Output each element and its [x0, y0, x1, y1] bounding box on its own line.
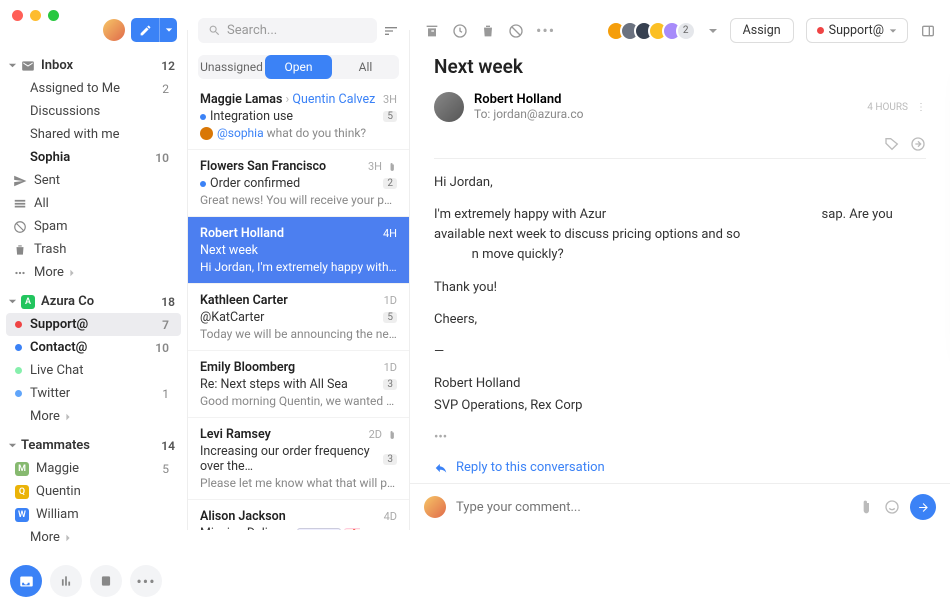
sent-icon: [13, 174, 27, 188]
all-icon: [13, 197, 27, 211]
tab-open[interactable]: Open: [265, 55, 332, 79]
archive-icon[interactable]: [424, 23, 440, 39]
participants-dropdown-icon[interactable]: [708, 26, 718, 36]
to-label: To:: [474, 107, 490, 121]
chevron-down-icon: [889, 27, 897, 35]
to-address: jordan@azura.co: [493, 107, 583, 121]
sender-avatar: [434, 92, 464, 122]
sender-name: Robert Holland: [474, 92, 583, 107]
sidebar-item[interactable]: Assigned to Me2: [6, 77, 181, 100]
sidebar-item[interactable]: Live Chat: [6, 359, 181, 382]
msg-cheers: Cheers,: [434, 310, 926, 330]
sidebar-item[interactable]: More: [6, 526, 181, 549]
teammates-label: Teammates: [21, 438, 90, 453]
sidebar-item[interactable]: Trash: [6, 238, 181, 261]
sidebar-item[interactable]: Spam: [6, 215, 181, 238]
sig-title: SVP Operations, Rex Corp: [434, 396, 926, 416]
extra-participants-count: 2: [676, 21, 696, 41]
reply-icon: [434, 461, 448, 475]
msg-greeting: Hi Jordan,: [434, 173, 926, 193]
sidebar-item[interactable]: More: [6, 261, 181, 284]
footer-analytics-button[interactable]: [50, 565, 82, 597]
sidebar-item[interactable]: MMaggie5: [6, 457, 181, 480]
share-icon[interactable]: [910, 136, 926, 152]
attachment-icon: [387, 162, 397, 172]
azura-section-header[interactable]: A Azura Co 18: [0, 288, 187, 313]
compose-avatar: [424, 496, 446, 518]
footer-more-button[interactable]: •••: [130, 565, 162, 597]
search-input[interactable]: Search...: [198, 18, 377, 43]
msg-expand-icon[interactable]: •••: [434, 428, 926, 448]
thread-item[interactable]: Alison Jackson4D Missing Delivery ORDERS…: [188, 500, 409, 530]
tab-all[interactable]: All: [332, 55, 399, 79]
teammates-count: 14: [161, 439, 175, 453]
azura-count: 18: [161, 295, 175, 309]
attachment-icon: [387, 430, 397, 440]
thread-item[interactable]: Levi Ramsey2D Increasing our order frequ…: [188, 418, 409, 500]
thread-item[interactable]: Robert Holland4H Next week Hi Jordan, I'…: [188, 217, 409, 284]
tag-label: Support@: [829, 23, 884, 38]
attachment-icon[interactable]: [858, 499, 874, 515]
sidebar-item[interactable]: Discussions: [6, 100, 181, 123]
sidebar-item[interactable]: Shared with me: [6, 123, 181, 146]
sidebar-item[interactable]: All: [6, 192, 181, 215]
reply-link[interactable]: Reply to this conversation: [434, 460, 926, 475]
compose-dropdown[interactable]: [159, 18, 177, 42]
sidebar-item[interactable]: More: [6, 405, 181, 428]
message-age: 4 HOURS: [867, 102, 908, 113]
thread-item[interactable]: Emily Bloomberg1D Re: Next steps with Al…: [188, 351, 409, 418]
thread-item[interactable]: Flowers San Francisco3H Order confirmed2…: [188, 150, 409, 217]
msg-divider: —: [434, 342, 926, 362]
thread-title: Next week: [434, 55, 926, 78]
sidebar-item[interactable]: Support@7: [6, 313, 181, 336]
panel-toggle-icon[interactable]: [920, 23, 936, 39]
sort-icon[interactable]: [383, 23, 399, 39]
trash-icon: [13, 243, 27, 257]
footer-contacts-button[interactable]: [90, 565, 122, 597]
compose-button[interactable]: [131, 18, 159, 42]
spam-icon[interactable]: [508, 23, 524, 39]
emoji-icon[interactable]: [884, 499, 900, 515]
msg-thanks: Thank you!: [434, 278, 926, 298]
send-button[interactable]: [910, 494, 936, 520]
msg-para1: I'm extremely happy with Azura Software …: [434, 205, 926, 265]
comment-input[interactable]: [456, 500, 848, 515]
sidebar-item[interactable]: Sent: [6, 169, 181, 192]
spam-icon: [13, 220, 27, 234]
message-menu-icon[interactable]: ⋮: [916, 102, 926, 113]
azura-label: Azura Co: [41, 294, 94, 309]
thread-filter-tabs: Unassigned Open All: [198, 55, 399, 79]
toolbar-more-icon[interactable]: •••: [536, 21, 555, 40]
azura-icon: A: [21, 295, 35, 309]
tag-dot-icon: [817, 27, 824, 34]
inbox-count: 12: [161, 59, 175, 73]
inbox-label: Inbox: [41, 58, 73, 73]
assign-button[interactable]: Assign: [730, 18, 794, 43]
participant-avatars[interactable]: 2: [612, 21, 696, 41]
thread-item[interactable]: Maggie Lamas › Quentin Calvez3H Integrat…: [188, 83, 409, 150]
sidebar-item[interactable]: WWilliam: [6, 503, 181, 526]
tag-button[interactable]: Support@: [806, 18, 908, 43]
sidebar-item[interactable]: Contact@10: [6, 336, 181, 359]
teammates-section-header[interactable]: Teammates 14: [0, 432, 187, 457]
label-icon[interactable]: [884, 136, 900, 152]
search-placeholder: Search...: [227, 23, 277, 38]
sig-name: Robert Holland: [434, 374, 926, 394]
footer-inbox-button[interactable]: [10, 565, 42, 597]
tab-unassigned[interactable]: Unassigned: [198, 55, 265, 79]
sidebar-item[interactable]: Sophia10: [6, 146, 181, 169]
current-user-avatar[interactable]: [103, 19, 125, 41]
thread-item[interactable]: Kathleen Carter1D @KatCarter5 Today we w…: [188, 284, 409, 351]
inbox-section-header[interactable]: Inbox 12: [0, 52, 187, 77]
sidebar-item[interactable]: QQuentin: [6, 480, 181, 503]
trash-icon[interactable]: [480, 23, 496, 39]
sidebar-item[interactable]: Twitter1: [6, 382, 181, 405]
more-icon: [13, 266, 27, 280]
snooze-icon[interactable]: [452, 23, 468, 39]
